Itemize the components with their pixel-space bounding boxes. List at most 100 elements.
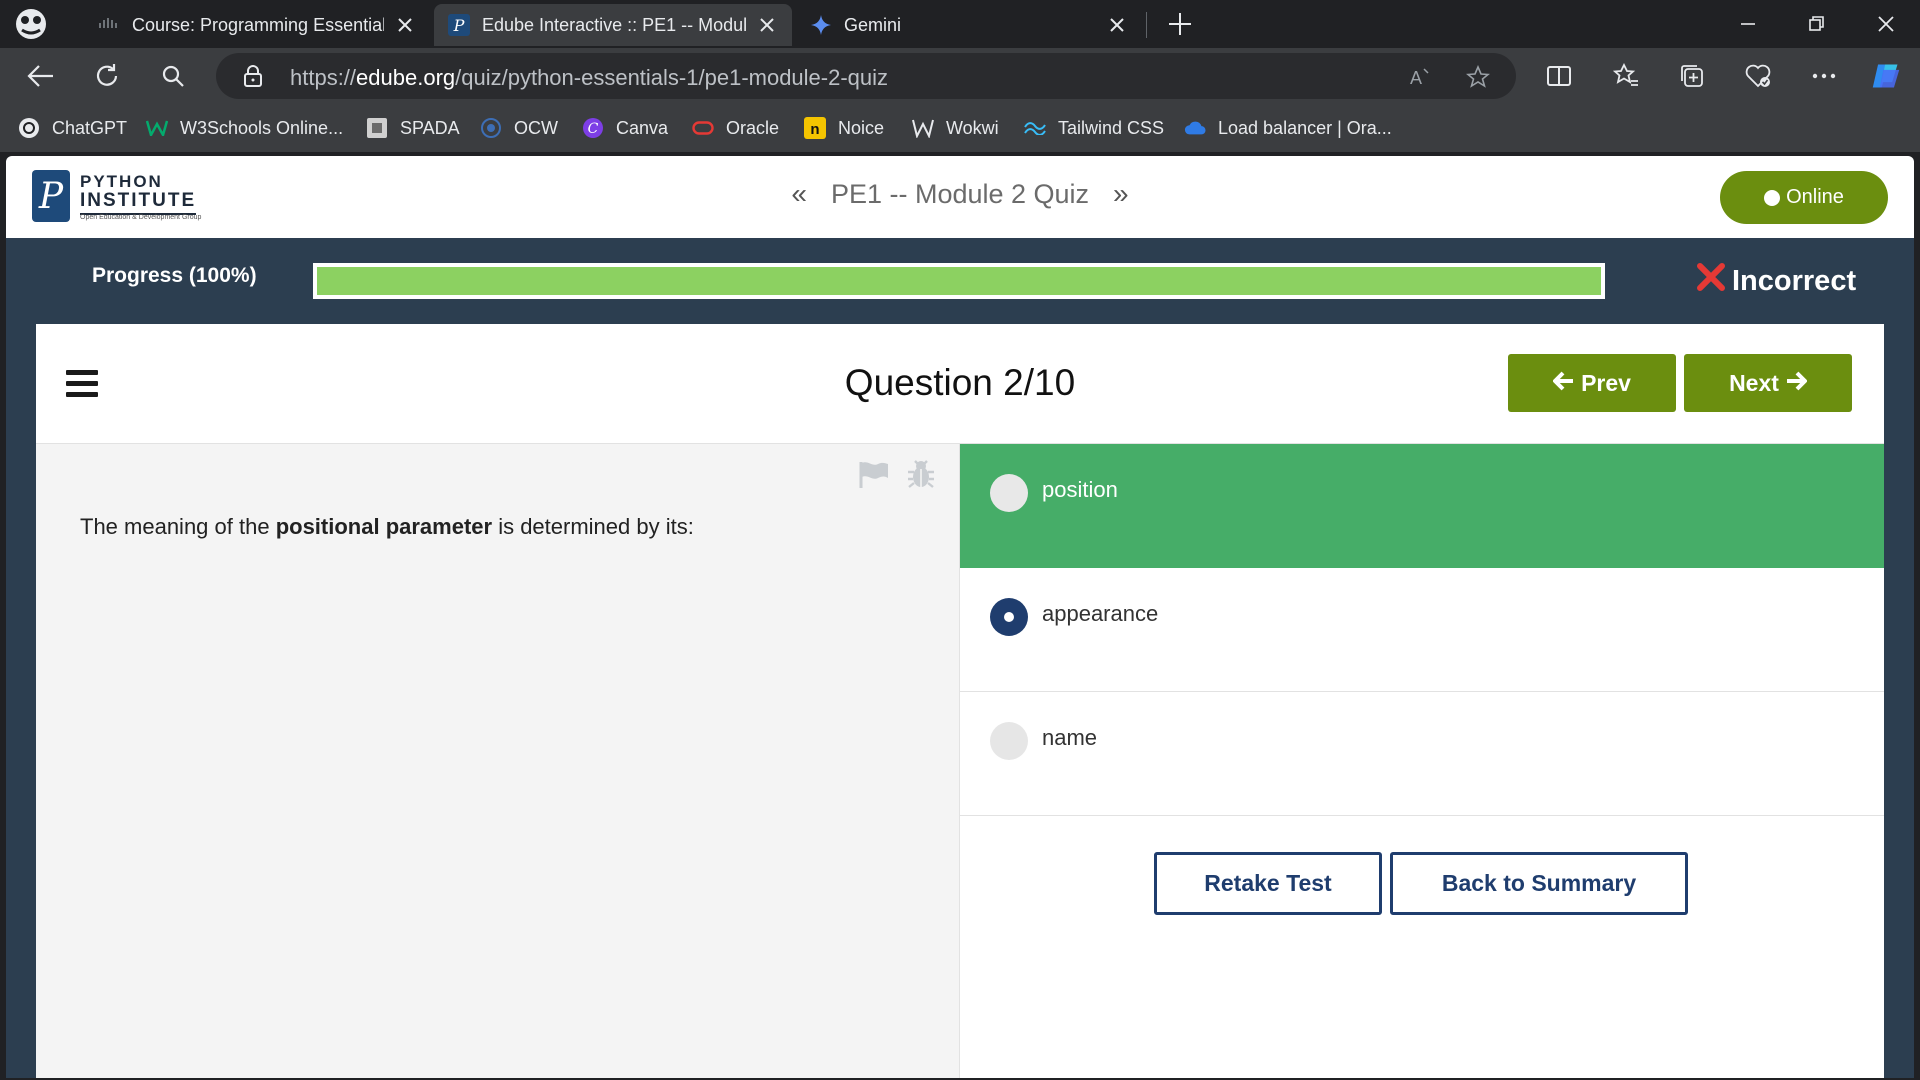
bookmark-ocw[interactable]: OCW: [480, 116, 558, 140]
more-options-icon[interactable]: [1809, 61, 1839, 91]
ocw-icon: [480, 117, 502, 139]
url-text: https://edube.org/quiz/python-essentials…: [290, 65, 889, 90]
cisco-icon: [98, 14, 120, 36]
quiz-nav-title: « PE1 -- Module 2 Quiz »: [6, 178, 1914, 210]
double-chevron-left-icon[interactable]: «: [791, 178, 807, 210]
answer-label: position: [1042, 477, 1118, 502]
prev-label: Prev: [1581, 369, 1631, 396]
lock-icon[interactable]: [242, 65, 264, 87]
double-chevron-right-icon[interactable]: »: [1113, 178, 1129, 210]
online-status-button[interactable]: Online: [1720, 171, 1888, 224]
wokwi-icon: [912, 117, 934, 139]
split-screen-icon[interactable]: [1544, 61, 1574, 91]
radio-button[interactable]: [990, 722, 1028, 760]
bookmark-noice[interactable]: n Noice: [804, 116, 884, 140]
svg-text:C: C: [588, 121, 599, 137]
tab-title: Gemini: [844, 14, 902, 35]
arrow-right-icon: [1785, 370, 1807, 397]
radio-button-selected[interactable]: [990, 598, 1028, 636]
page-viewport: P PYTHON INSTITUTE Open Education & Deve…: [6, 156, 1914, 1078]
noice-icon: n: [804, 117, 826, 139]
progress-bar: [313, 263, 1605, 299]
close-window-icon[interactable]: [1872, 10, 1900, 38]
tab-gemini[interactable]: Gemini: [796, 4, 1142, 46]
bookmark-wokwi[interactable]: Wokwi: [912, 116, 999, 140]
gemini-icon: [810, 14, 832, 36]
site-header: P PYTHON INSTITUTE Open Education & Deve…: [6, 156, 1914, 238]
tab-title: Edube Interactive :: PE1 -- Modul: [482, 14, 746, 35]
python-institute-icon: P: [448, 14, 470, 36]
question-panel: Question 2/10 Prev Next The meaning of t…: [36, 324, 1884, 1078]
bookmark-oracle[interactable]: Oracle: [692, 116, 779, 140]
bookmark-w3schools[interactable]: W3Schools Online...: [146, 116, 343, 140]
minimize-icon[interactable]: [1734, 10, 1762, 38]
next-label: Next: [1729, 369, 1779, 396]
oracle-icon: [692, 117, 714, 139]
answer-label: name: [1042, 725, 1098, 750]
address-bar[interactable]: https://edube.org/quiz/python-essentials…: [216, 53, 1516, 99]
chatgpt-icon: [18, 117, 40, 139]
canva-icon: C: [582, 117, 604, 139]
answer-verdict: Incorrect: [1696, 262, 1856, 300]
answer-option-name[interactable]: name: [960, 692, 1884, 816]
close-tab-icon[interactable]: [1106, 14, 1128, 36]
bug-report-icon[interactable]: [906, 458, 936, 490]
close-tab-icon[interactable]: [394, 14, 416, 36]
bookmark-canva[interactable]: C Canva: [582, 116, 668, 140]
status-label: Online: [1786, 186, 1844, 208]
bookmark-chatgpt[interactable]: ChatGPT: [18, 116, 127, 140]
prev-button[interactable]: Prev: [1508, 354, 1676, 412]
svg-text:P: P: [453, 16, 465, 35]
bookmark-spada[interactable]: SPADA: [366, 116, 460, 140]
progress-row: Progress (100%) Incorrect: [6, 238, 1914, 320]
question-text-pane: The meaning of the positional parameter …: [36, 444, 960, 1078]
logo-tagline: Open Education & Development Group: [80, 214, 202, 221]
radio-button[interactable]: [990, 474, 1028, 512]
search-icon[interactable]: [158, 61, 188, 91]
status-dot-icon: [1764, 189, 1781, 206]
quiz-title: PE1 -- Module 2 Quiz: [830, 178, 1090, 209]
retake-test-button[interactable]: Retake Test: [1154, 852, 1382, 915]
browser-toolbar: https://edube.org/quiz/python-essentials…: [0, 48, 1920, 104]
question-keyword: positional parameter: [275, 514, 493, 539]
back-to-summary-button[interactable]: Back to Summary: [1390, 852, 1688, 915]
arrow-left-icon: [1553, 370, 1575, 397]
copilot-icon[interactable]: [1871, 61, 1901, 91]
question-header: Question 2/10 Prev Next: [36, 324, 1884, 444]
tailwind-icon: [1024, 117, 1046, 139]
answer-label: appearance: [1042, 601, 1159, 626]
tab-title: Course: Programming Essentials: [132, 14, 384, 35]
bookmarks-bar: ChatGPT W3Schools Online... SPADA OCW C …: [0, 104, 1920, 152]
question-text: The meaning of the positional parameter …: [80, 514, 694, 539]
bookmark-load-balancer[interactable]: Load balancer | Ora...: [1184, 116, 1392, 140]
answer-option-appearance[interactable]: appearance: [960, 568, 1884, 692]
verdict-label: Incorrect: [1732, 264, 1857, 297]
restore-window-icon[interactable]: [1802, 10, 1830, 38]
tab-separator: [1146, 12, 1147, 38]
tab-edube-interactive[interactable]: P Edube Interactive :: PE1 -- Modul: [434, 4, 792, 46]
progress-bar-fill: [317, 267, 1601, 295]
refresh-icon[interactable]: [92, 61, 122, 91]
tab-programming-essentials[interactable]: Course: Programming Essentials: [84, 4, 430, 46]
browser-tab-strip: Course: Programming Essentials P Edube I…: [0, 0, 1920, 48]
red-x-icon: [1696, 262, 1726, 300]
svg-text:n: n: [810, 121, 819, 138]
flag-icon[interactable]: [858, 460, 890, 490]
favorite-star-icon[interactable]: [1465, 64, 1491, 89]
read-aloud-icon[interactable]: A: [1408, 65, 1432, 89]
collections-icon[interactable]: [1677, 61, 1707, 91]
answer-option-position[interactable]: position: [960, 444, 1884, 568]
favorites-icon[interactable]: [1611, 61, 1641, 91]
back-arrow-icon[interactable]: [26, 61, 56, 91]
progress-label: Progress (100%): [92, 264, 257, 287]
svg-text:A: A: [1410, 68, 1422, 88]
profile-avatar-icon[interactable]: [14, 8, 48, 40]
spada-icon: [366, 117, 388, 139]
browser-essentials-icon[interactable]: [1743, 61, 1773, 91]
new-tab-plus-icon[interactable]: [1166, 10, 1194, 38]
next-button[interactable]: Next: [1684, 354, 1852, 412]
w3schools-icon: [146, 117, 168, 139]
cloud-icon: [1184, 117, 1206, 139]
close-tab-icon[interactable]: [756, 14, 778, 36]
bookmark-tailwind[interactable]: Tailwind CSS: [1024, 116, 1164, 140]
